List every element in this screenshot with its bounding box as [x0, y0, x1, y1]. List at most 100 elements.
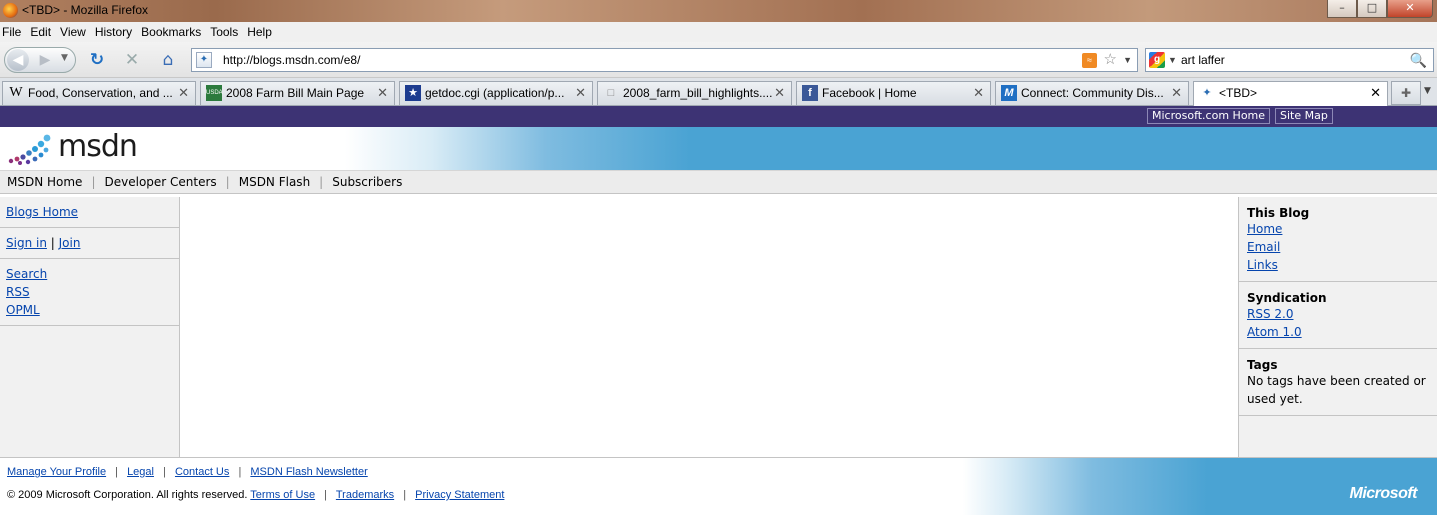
close-tab-icon[interactable]: ✕ — [575, 82, 586, 104]
blog-links-link[interactable]: Links — [1247, 258, 1278, 272]
msdn-flash-newsletter-link[interactable]: MSDN Flash Newsletter — [250, 466, 367, 478]
tab-tbd-active[interactable]: ✦ <TBD> ✕ — [1193, 81, 1388, 106]
terms-of-use-link[interactable]: Terms of Use — [250, 489, 315, 501]
site-favicon-icon: ✦ — [196, 52, 212, 68]
blogs-home-link[interactable]: Blogs Home — [6, 205, 78, 219]
nav-developer-centers[interactable]: Developer Centers — [105, 175, 217, 189]
tab-label: Connect: Community Dis... — [1021, 86, 1164, 100]
nav-msdn-home[interactable]: MSDN Home — [7, 175, 82, 189]
minimize-button[interactable]: – — [1327, 0, 1357, 18]
stop-icon[interactable]: ✕ — [122, 50, 142, 70]
search-input[interactable]: art laffer — [1181, 49, 1225, 71]
gpo-seal-icon: ★ — [405, 85, 421, 101]
blog-home-link[interactable]: Home — [1247, 222, 1282, 236]
menu-history[interactable]: History — [95, 25, 132, 39]
connect-icon: M — [1001, 85, 1017, 101]
close-tab-icon[interactable]: ✕ — [1171, 82, 1182, 104]
rss-2-link[interactable]: RSS 2.0 — [1247, 307, 1293, 321]
rss-feed-icon[interactable]: ≈ — [1082, 53, 1097, 68]
rss-link[interactable]: RSS — [6, 285, 30, 299]
search-link[interactable]: Search — [6, 267, 47, 281]
tab-facebook[interactable]: f Facebook | Home ✕ — [796, 81, 991, 105]
this-blog-heading: This Blog — [1247, 206, 1310, 220]
footer-links-row: Manage Your Profile | Legal | Contact Us… — [7, 466, 368, 478]
close-window-button[interactable]: ✕ — [1387, 0, 1433, 18]
blogs-home-block: Blogs Home — [0, 197, 179, 228]
opml-link[interactable]: OPML — [6, 303, 40, 317]
link-separator: | — [50, 236, 59, 250]
microsoft-logo[interactable]: Microsoft — [1350, 485, 1418, 503]
tab-label: Facebook | Home — [822, 86, 917, 100]
wikipedia-icon: W — [9, 85, 23, 100]
search-bar[interactable]: g ▼ art laffer 🔍 — [1145, 48, 1434, 72]
tab-getdoc[interactable]: ★ getdoc.cgi (application/p... ✕ — [399, 81, 593, 105]
window-titlebar: <TBD> - Mozilla Firefox – □ ✕ — [0, 0, 1437, 22]
footer-legal-row: © 2009 Microsoft Corporation. All rights… — [7, 489, 504, 501]
close-tab-icon[interactable]: ✕ — [178, 82, 189, 104]
address-bar[interactable]: ✦ http://blogs.msdn.com/e8/ ≈ ☆ ▼ — [191, 48, 1138, 72]
facebook-icon: f — [802, 85, 818, 101]
close-tab-icon[interactable]: ✕ — [377, 82, 388, 104]
menu-edit[interactable]: Edit — [30, 25, 51, 39]
right-sidebar: This Blog Home Email Links Syndication R… — [1238, 197, 1437, 457]
search-icon[interactable]: 🔍 — [1410, 49, 1427, 71]
tab-food-conservation[interactable]: W Food, Conservation, and ... ✕ — [2, 81, 196, 105]
contact-us-link[interactable]: Contact Us — [175, 466, 229, 478]
maximize-button[interactable]: □ — [1357, 0, 1387, 18]
menu-bookmarks[interactable]: Bookmarks — [141, 25, 201, 39]
site-map-link[interactable]: Site Map — [1275, 108, 1333, 124]
close-tab-icon[interactable]: ✕ — [1370, 82, 1381, 104]
trademarks-link[interactable]: Trademarks — [336, 489, 394, 501]
tab-list-dropdown-icon[interactable]: ▼ — [1424, 86, 1431, 96]
msdn-logo-text[interactable]: msdn — [58, 129, 138, 164]
search-engine-dropdown-icon[interactable]: ▼ — [1168, 49, 1177, 71]
footer-separator: | — [238, 466, 242, 478]
account-block: Sign in | Join — [0, 228, 179, 259]
menu-bar: File Edit View History Bookmarks Tools H… — [0, 22, 1437, 42]
tab-farm-bill-highlights[interactable]: □ 2008_farm_bill_highlights.... ✕ — [597, 81, 792, 105]
close-tab-icon[interactable]: ✕ — [774, 82, 785, 104]
microsoft-home-link[interactable]: Microsoft.com Home — [1147, 108, 1271, 124]
main-content: Blogs Home Sign in | Join Search RSS OPM… — [0, 197, 1437, 457]
nav-msdn-flash[interactable]: MSDN Flash — [239, 175, 310, 189]
menu-help[interactable]: Help — [247, 25, 272, 39]
msdn-logo-icon[interactable] — [8, 131, 56, 165]
tab-label: <TBD> — [1219, 86, 1258, 100]
reload-icon[interactable]: ↻ — [87, 50, 107, 70]
tab-farm-bill-main[interactable]: USDA 2008 Farm Bill Main Page ✕ — [200, 81, 395, 105]
close-tab-icon[interactable]: ✕ — [973, 82, 984, 104]
tab-connect-community[interactable]: M Connect: Community Dis... ✕ — [995, 81, 1189, 105]
menu-file[interactable]: File — [2, 25, 21, 39]
forward-icon[interactable]: ▶ — [35, 51, 55, 69]
msdn-top-nav: MSDN Home | Developer Centers | MSDN Fla… — [0, 170, 1437, 194]
join-link[interactable]: Join — [59, 236, 81, 250]
tools-block: Search RSS OPML — [0, 259, 179, 326]
sign-in-link[interactable]: Sign in — [6, 236, 47, 250]
google-search-engine-icon[interactable]: g — [1149, 52, 1165, 68]
left-sidebar: Blogs Home Sign in | Join Search RSS OPM… — [0, 197, 180, 457]
new-tab-button[interactable]: ✚ — [1391, 81, 1421, 105]
nav-subscribers[interactable]: Subscribers — [332, 175, 402, 189]
home-icon[interactable]: ⌂ — [158, 50, 178, 70]
footer-separator: | — [115, 466, 118, 478]
privacy-statement-link[interactable]: Privacy Statement — [415, 489, 504, 501]
tab-label: Food, Conservation, and ... — [28, 86, 173, 100]
syndication-heading: Syndication — [1247, 291, 1327, 305]
menu-view[interactable]: View — [60, 25, 86, 39]
msdn-banner: msdn — [0, 127, 1437, 170]
bookmark-star-icon[interactable]: ☆ — [1104, 49, 1117, 71]
atom-1-link[interactable]: Atom 1.0 — [1247, 325, 1302, 339]
legal-link[interactable]: Legal — [127, 466, 154, 478]
firefox-icon — [3, 3, 18, 18]
tab-label: 2008 Farm Bill Main Page — [226, 86, 365, 100]
blog-email-link[interactable]: Email — [1247, 240, 1280, 254]
url-text[interactable]: http://blogs.msdn.com/e8/ — [223, 49, 360, 71]
back-icon[interactable]: ◀ — [7, 49, 29, 71]
menu-tools[interactable]: Tools — [210, 25, 238, 39]
manage-profile-link[interactable]: Manage Your Profile — [7, 466, 106, 478]
window-controls: – □ ✕ — [1327, 0, 1433, 18]
navigation-toolbar: ◀ ▶ ▼ ↻ ✕ ⌂ ✦ http://blogs.msdn.com/e8/ … — [0, 42, 1437, 78]
url-dropdown-icon[interactable]: ▼ — [1123, 49, 1132, 71]
window-title: <TBD> - Mozilla Firefox — [22, 3, 149, 17]
history-dropdown-icon[interactable]: ▼ — [61, 53, 68, 63]
